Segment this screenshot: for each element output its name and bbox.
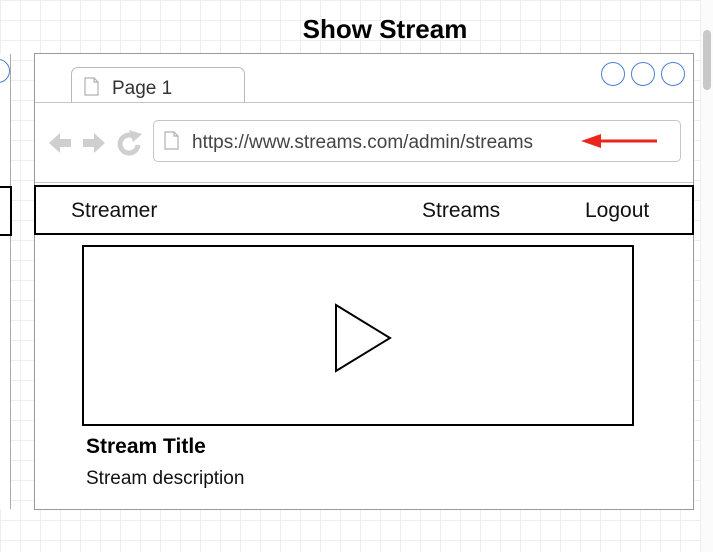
adjacent-navbar xyxy=(0,186,12,236)
document-icon xyxy=(84,77,99,96)
window-control-icon[interactable] xyxy=(661,62,685,86)
stream-title: Stream Title xyxy=(86,435,206,458)
toolbar-divider xyxy=(35,182,693,183)
play-icon[interactable] xyxy=(334,303,394,373)
brand-link[interactable]: Streamer xyxy=(71,199,157,223)
browser-tab[interactable]: Page 1 xyxy=(71,67,245,103)
back-arrow-icon[interactable] xyxy=(49,133,71,153)
address-bar[interactable]: https://www.streams.com/admin/streams xyxy=(153,120,681,162)
forward-arrow-icon[interactable] xyxy=(83,133,105,153)
tab-label: Page 1 xyxy=(112,78,173,99)
video-player[interactable] xyxy=(82,245,634,426)
adjacent-browser-frame xyxy=(0,54,11,509)
diagram-title: Show Stream xyxy=(302,14,468,44)
refresh-icon[interactable] xyxy=(117,130,142,156)
window-control-icon[interactable] xyxy=(601,62,625,86)
tab-strip-divider xyxy=(35,102,693,103)
logout-link[interactable]: Logout xyxy=(585,199,649,223)
app-navbar: Streamer Streams Logout xyxy=(34,185,694,235)
canvas-scrollbar-thumb[interactable] xyxy=(703,30,711,90)
stream-description: Stream description xyxy=(86,468,245,489)
document-icon xyxy=(164,131,179,150)
window-control-icon[interactable] xyxy=(631,62,655,86)
streams-link[interactable]: Streams xyxy=(422,199,500,223)
browser-nav-controls xyxy=(49,130,142,156)
red-arrow-icon xyxy=(581,134,657,148)
browser-mockup: Page 1 https://www.streams.com/admin/str… xyxy=(34,53,694,510)
url-text: https://www.streams.com/admin/streams xyxy=(192,132,534,153)
